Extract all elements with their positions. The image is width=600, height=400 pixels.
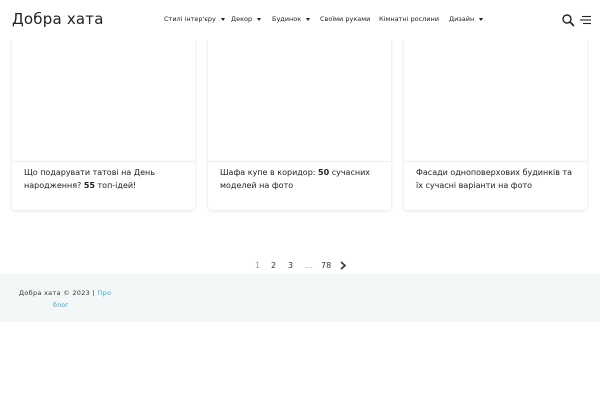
chevron-down-icon <box>479 17 484 21</box>
site-header: Добра хата Стилі інтер'єру Декор Будинок… <box>0 0 600 40</box>
nav-item-houseplants[interactable]: Кімнатні рослини <box>379 15 439 23</box>
nav-item-house[interactable]: Будинок <box>272 15 311 23</box>
chevron-right-icon <box>340 261 347 270</box>
post-title[interactable]: Шафа купе в коридор: 50 сучасних моделей… <box>220 167 381 192</box>
nav-item-interior-styles[interactable]: Стилі інтер'єру <box>164 15 225 23</box>
site-logo[interactable]: Добра хата <box>12 10 104 28</box>
site-footer: Добра хата © 2023 | Про блог <box>0 274 600 322</box>
next-page-button[interactable] <box>339 261 347 272</box>
nav-item-decor[interactable]: Декор <box>231 15 262 23</box>
about-link[interactable]: Про <box>97 289 111 297</box>
post-card[interactable]: Що подарувати татові на День народження?… <box>12 34 195 210</box>
page-link-3[interactable]: 3 <box>288 261 293 270</box>
nav-item-label: Кімнатні рослини <box>379 15 439 23</box>
nav-item-label: Будинок <box>272 15 302 23</box>
post-title[interactable]: Що подарувати татові на День народження?… <box>24 167 185 192</box>
post-card[interactable]: Шафа купе в коридор: 50 сучасних моделей… <box>208 34 391 210</box>
pagination: 1 2 3 … 78 <box>0 261 600 273</box>
chevron-down-icon <box>220 17 225 21</box>
post-title[interactable]: Фасади одноповерхових будинків та їх суч… <box>416 167 577 192</box>
chevron-down-icon <box>306 17 311 21</box>
post-card[interactable]: Фасади одноповерхових будинків та їх суч… <box>404 34 587 210</box>
nav-item-diy[interactable]: Своїми руками <box>320 15 370 23</box>
menu-icon[interactable] <box>579 13 593 27</box>
page-current: 1 <box>255 261 261 270</box>
chevron-down-icon <box>257 17 262 21</box>
post-cards: Що подарувати татові на День народження?… <box>0 34 600 215</box>
post-thumbnail[interactable] <box>12 34 195 162</box>
page-link-last[interactable]: 78 <box>321 261 331 270</box>
post-thumbnail[interactable] <box>404 34 587 162</box>
search-icon[interactable] <box>561 13 575 27</box>
page-link-2[interactable]: 2 <box>271 261 276 270</box>
post-thumbnail[interactable] <box>208 34 391 162</box>
blog-link[interactable]: блог <box>53 301 69 309</box>
nav-item-label: Своїми руками <box>320 15 371 23</box>
nav-item-label: Дизайн <box>449 15 475 23</box>
page-ellipsis: … <box>305 261 313 270</box>
nav-item-label: Стилі інтер'єру <box>164 15 216 23</box>
nav-item-design[interactable]: Дизайн <box>449 15 484 23</box>
copyright-text: Добра хата © 2023 | Про <box>19 289 112 297</box>
nav-item-label: Декор <box>231 15 253 23</box>
